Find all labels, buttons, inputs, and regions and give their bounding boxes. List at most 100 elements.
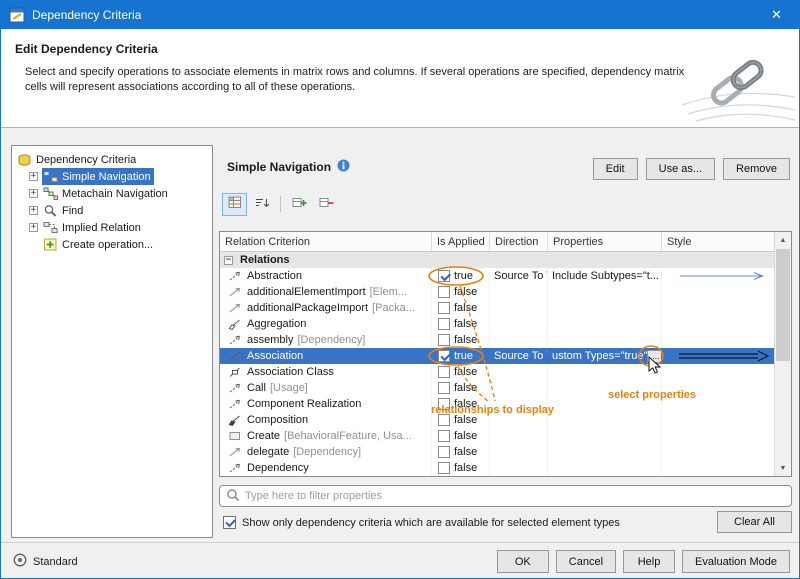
window-title: Dependency Criteria bbox=[32, 8, 141, 22]
table-row-association-class[interactable]: Association Classfalse bbox=[220, 364, 774, 380]
table-body: AbstractiontrueSource To T...Include Sub… bbox=[220, 268, 774, 476]
table-row-association[interactable]: AssociationtrueSource To T...ustom Types… bbox=[220, 348, 774, 364]
collapse-group-icon[interactable]: − bbox=[224, 256, 233, 265]
filter-input[interactable] bbox=[245, 490, 785, 502]
ok-button[interactable]: OK bbox=[497, 550, 549, 573]
is-applied-checkbox[interactable] bbox=[438, 334, 450, 346]
table-row-additionalpackageimport[interactable]: additionalPackageImport[Packa...false bbox=[220, 300, 774, 316]
help-button[interactable]: Help bbox=[623, 550, 675, 573]
vertical-scrollbar[interactable]: ▲ ▼ bbox=[774, 232, 791, 476]
tree-item-label: Find bbox=[62, 205, 83, 217]
table-row-call[interactable]: Call[Usage]false bbox=[220, 380, 774, 396]
is-applied-checkbox[interactable] bbox=[438, 462, 450, 474]
table-row-component-realization[interactable]: Component Realization false bbox=[220, 396, 774, 412]
properties-ellipsis-button[interactable]: ... bbox=[647, 350, 662, 363]
relation-name: Dependency bbox=[247, 462, 309, 474]
is-applied-checkbox[interactable] bbox=[438, 270, 450, 282]
composition-icon bbox=[228, 414, 243, 426]
table-header: Relation CriterionIs AppliedDirectionPro… bbox=[220, 232, 776, 252]
column-header-direction[interactable]: Direction bbox=[490, 232, 548, 251]
tree-item-label: Create operation... bbox=[62, 239, 153, 251]
expand-icon[interactable]: + bbox=[29, 189, 38, 198]
table-row-assembly[interactable]: assembly[Dependency]false bbox=[220, 332, 774, 348]
additionalelementimport-icon bbox=[228, 286, 243, 298]
standard-mode-label: Standard bbox=[33, 556, 78, 568]
is-applied-checkbox[interactable] bbox=[438, 446, 450, 458]
tree-item-simple-navigation[interactable]: +Simple Navigation bbox=[12, 168, 212, 185]
panel-title: Simple Navigation bbox=[227, 160, 331, 174]
search-icon bbox=[226, 488, 240, 505]
tree-item-metachain-navigation[interactable]: +Metachain Navigation bbox=[12, 185, 212, 202]
tree-item-create-operation[interactable]: +Create operation... bbox=[12, 236, 212, 253]
column-header-properties[interactable]: Properties bbox=[548, 232, 662, 251]
is-applied-checkbox[interactable] bbox=[438, 318, 450, 330]
table-row-delegate[interactable]: delegate[Dependency]false bbox=[220, 444, 774, 460]
remove-button[interactable]: Remove bbox=[723, 158, 790, 180]
tree-items: +Simple Navigation+Metachain Navigation+… bbox=[12, 168, 212, 253]
add-criterion-button[interactable] bbox=[287, 193, 312, 216]
is-applied-checkbox[interactable] bbox=[438, 366, 450, 378]
use-as-button[interactable]: Use as... bbox=[646, 158, 715, 180]
table-row-create[interactable]: Create[BehavioralFeature, Usa...false bbox=[220, 428, 774, 444]
table-view-icon bbox=[228, 196, 242, 212]
relation-name: additionalElementImport bbox=[247, 286, 366, 298]
style-cell bbox=[662, 460, 774, 476]
info-icon[interactable] bbox=[337, 159, 350, 175]
is-applied-checkbox[interactable] bbox=[438, 398, 450, 410]
direction-cell bbox=[490, 284, 548, 300]
edit-button[interactable]: Edit bbox=[593, 158, 638, 180]
scroll-thumb[interactable] bbox=[776, 249, 790, 361]
relation-name: Aggregation bbox=[247, 318, 306, 330]
scroll-down-button[interactable]: ▼ bbox=[775, 460, 791, 476]
column-header-is-applied[interactable]: Is Applied bbox=[432, 232, 490, 251]
is-applied-checkbox[interactable] bbox=[438, 350, 450, 362]
aggregation-icon bbox=[228, 318, 243, 330]
metachain-navigation-icon bbox=[43, 187, 58, 201]
relations-group-row[interactable]: − Relations bbox=[220, 252, 774, 268]
table-row-composition[interactable]: Compositionfalse bbox=[220, 412, 774, 428]
association-icon bbox=[228, 350, 243, 362]
implied-relation-icon bbox=[43, 221, 58, 235]
style-cell bbox=[662, 300, 774, 316]
style-cell bbox=[662, 316, 774, 332]
column-header-relation-criterion[interactable]: Relation Criterion bbox=[220, 232, 432, 251]
relation-name: Component Realization bbox=[247, 398, 361, 410]
column-header-style[interactable]: Style bbox=[662, 232, 776, 251]
remove-criterion-icon bbox=[319, 196, 334, 212]
expand-icon[interactable]: + bbox=[29, 206, 38, 215]
is-applied-value: true bbox=[454, 350, 473, 362]
clear-all-button[interactable]: Clear All bbox=[717, 511, 792, 533]
scroll-up-button[interactable]: ▲ bbox=[775, 232, 791, 248]
table-row-abstraction[interactable]: AbstractiontrueSource To T...Include Sub… bbox=[220, 268, 774, 284]
tree-item-find[interactable]: + Find bbox=[12, 202, 212, 219]
is-applied-checkbox[interactable] bbox=[438, 382, 450, 394]
is-applied-checkbox[interactable] bbox=[438, 302, 450, 314]
is-applied-checkbox[interactable] bbox=[438, 430, 450, 442]
is-applied-checkbox[interactable] bbox=[438, 286, 450, 298]
title-bar[interactable]: Dependency Criteria ✕ bbox=[1, 1, 799, 29]
sort-button[interactable] bbox=[249, 193, 274, 216]
table-row-additionalelementimport[interactable]: additionalElementImport[Elem...false bbox=[220, 284, 774, 300]
remove-criterion-button[interactable] bbox=[314, 193, 339, 216]
expand-icon[interactable]: + bbox=[29, 223, 38, 232]
table-row-aggregation[interactable]: Aggregationfalse bbox=[220, 316, 774, 332]
evaluation-mode-button[interactable]: Evaluation Mode bbox=[682, 550, 790, 573]
direction-cell bbox=[490, 412, 548, 428]
direction-cell bbox=[490, 364, 548, 380]
tree-root[interactable]: Dependency Criteria bbox=[12, 151, 212, 168]
panel-buttons: Edit Use as... Remove bbox=[593, 158, 790, 180]
show-only-checkbox[interactable] bbox=[223, 516, 236, 529]
assembly-icon bbox=[228, 334, 243, 346]
direction-cell bbox=[490, 332, 548, 348]
is-applied-checkbox[interactable] bbox=[438, 414, 450, 426]
table-row-dependency[interactable]: Dependencyfalse bbox=[220, 460, 774, 476]
cancel-button[interactable]: Cancel bbox=[556, 550, 616, 573]
style-cell bbox=[662, 396, 774, 412]
direction-cell bbox=[490, 380, 548, 396]
style-cell bbox=[662, 364, 774, 380]
close-button[interactable]: ✕ bbox=[754, 1, 799, 29]
table-view-button[interactable] bbox=[222, 193, 247, 216]
tree-item-implied-relation[interactable]: +Implied Relation bbox=[12, 219, 212, 236]
expand-icon[interactable]: + bbox=[29, 172, 38, 181]
is-applied-value: false bbox=[454, 398, 477, 410]
